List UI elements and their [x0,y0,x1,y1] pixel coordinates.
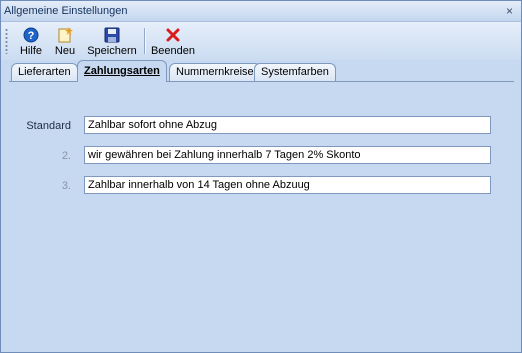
settings-window: Allgemeine Einstellungen × ? Hilfe Neu S… [0,0,522,353]
tab-strip: Lieferarten Zahlungsarten Nummernkreise … [1,60,521,82]
exit-button[interactable]: Beenden [149,26,197,58]
svg-text:?: ? [28,30,35,42]
window-title: Allgemeine Einstellungen [4,5,128,17]
tab-zahlungsarten[interactable]: Zahlungsarten [77,60,167,82]
help-button-label: Hilfe [19,45,42,57]
tab-nummernkreise[interactable]: Nummernkreise [169,63,261,82]
new-button-label: Neu [54,45,76,57]
exit-button-label: Beenden [150,45,196,57]
close-icon [166,28,180,42]
new-document-icon [58,27,73,43]
tab-lieferarten[interactable]: Lieferarten [11,63,78,82]
payment-terms-panel: Standard Zahlbar sofort ohne Abzug 2. wi… [9,82,514,344]
term-2-label: 2. [61,150,71,162]
save-button[interactable]: Speichern [86,26,138,58]
help-icon: ? [23,27,39,43]
toolbar-separator [144,28,145,54]
toolbar-grip[interactable] [5,28,8,54]
save-icon [104,27,120,43]
help-button[interactable]: ? Hilfe [15,26,47,58]
tab-systemfarben[interactable]: Systemfarben [254,63,336,82]
window-close-icon[interactable]: × [506,4,513,18]
new-button[interactable]: Neu [52,26,78,58]
title-bar: Allgemeine Einstellungen × [1,1,521,22]
term-3-label: 3. [61,180,71,192]
payment-term-3-field[interactable]: Zahlbar innerhalb von 14 Tagen ohne Abzu… [84,176,491,194]
toolbar: ? Hilfe Neu Speichern Beenden [1,22,521,60]
payment-term-2-field[interactable]: wir gewähren bei Zahlung innerhalb 7 Tag… [84,146,491,164]
save-button-label: Speichern [87,45,137,57]
standard-label: Standard [26,120,71,132]
payment-term-standard-field[interactable]: Zahlbar sofort ohne Abzug [84,116,491,134]
